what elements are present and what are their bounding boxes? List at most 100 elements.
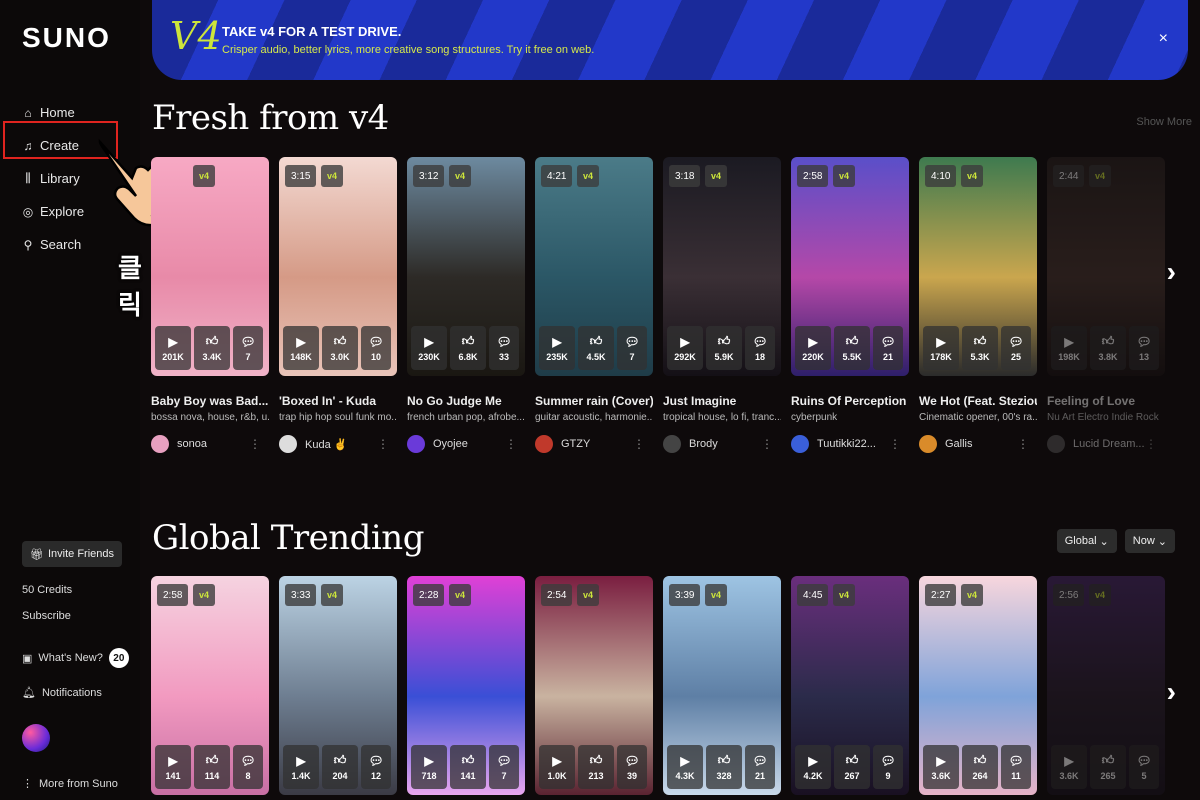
- sidebar-item-search[interactable]: ⚲ Search: [22, 228, 84, 261]
- artist-name[interactable]: Brody: [689, 438, 718, 450]
- play-stat[interactable]: ▶ 198K: [1051, 326, 1087, 370]
- comment-stat[interactable]: 💬︎ 7: [617, 326, 647, 370]
- subscribe-link[interactable]: Subscribe: [22, 610, 71, 622]
- comment-stat[interactable]: 💬︎ 18: [745, 326, 775, 370]
- avatar[interactable]: [535, 435, 553, 453]
- song-cover-image[interactable]: 2:56 v4 ▶ 3.6K 👍︎ 265 💬︎ 5: [1047, 576, 1165, 795]
- song-card[interactable]: 3:33 v4 ▶ 1.4K 👍︎ 204 💬︎ 12: [279, 576, 397, 795]
- suno-logo[interactable]: SUNO: [22, 22, 111, 54]
- comment-stat[interactable]: 💬︎ 10: [361, 326, 391, 370]
- comment-stat[interactable]: 💬︎ 33: [489, 326, 519, 370]
- song-tags[interactable]: trap hip hop soul funk mo...: [279, 412, 397, 423]
- avatar[interactable]: [151, 435, 169, 453]
- kebab-menu-icon[interactable]: ⋮: [889, 437, 901, 451]
- artist-row[interactable]: Kuda ✌ ⋮: [279, 435, 397, 453]
- play-stat[interactable]: ▶ 201K: [155, 326, 191, 370]
- artist-name[interactable]: Oyojee: [433, 438, 468, 450]
- song-title[interactable]: Baby Boy was Bad...: [151, 394, 269, 408]
- song-title[interactable]: No Go Judge Me: [407, 394, 525, 408]
- play-stat[interactable]: ▶ 148K: [283, 326, 319, 370]
- whats-new-link[interactable]: ▣ What's New? 20: [22, 648, 129, 668]
- song-card[interactable]: 3:39 v4 ▶ 4.3K 👍︎ 328 💬︎ 21: [663, 576, 781, 795]
- avatar[interactable]: [279, 435, 297, 453]
- song-cover-image[interactable]: 2:54 v4 ▶ 1.0K 👍︎ 213 💬︎ 39: [535, 576, 653, 795]
- comment-stat[interactable]: 💬︎ 12: [361, 745, 391, 789]
- avatar[interactable]: [407, 435, 425, 453]
- more-from-suno-link[interactable]: ⋮ More from Suno: [22, 777, 118, 791]
- comment-stat[interactable]: 💬︎ 39: [617, 745, 647, 789]
- comment-stat[interactable]: 💬︎ 11: [1001, 745, 1031, 789]
- promo-banner[interactable]: V4 TAKE v4 FOR A TEST DRIVE. Crisper aud…: [152, 0, 1188, 80]
- kebab-menu-icon[interactable]: ⋮: [761, 437, 773, 451]
- song-card[interactable]: 3:15 v4 ▶ 148K 👍︎ 3.0K 💬︎ 10 'Boxed In' - Kuda tr…: [279, 157, 397, 453]
- song-card[interactable]: 2:56 v4 ▶ 3.6K 👍︎ 265 💬︎ 5: [1047, 576, 1165, 795]
- comment-stat[interactable]: 💬︎ 8: [233, 745, 263, 789]
- song-card[interactable]: 3:12 v4 ▶ 230K 👍︎ 6.8K 💬︎ 33 No Go Judge Me frenc…: [407, 157, 525, 453]
- song-title[interactable]: Ruins Of Perception: [791, 394, 909, 408]
- artist-name[interactable]: Gallis: [945, 438, 973, 450]
- comment-stat[interactable]: 💬︎ 9: [873, 745, 903, 789]
- song-title[interactable]: Just Imagine: [663, 394, 781, 408]
- song-cover-image[interactable]: 2:27 v4 ▶ 3.6K 👍︎ 264 💬︎ 11: [919, 576, 1037, 795]
- song-tags[interactable]: guitar acoustic, harmonie...: [535, 412, 653, 423]
- thumbs-up-stat[interactable]: 👍︎ 3.4K: [194, 326, 230, 370]
- comment-stat[interactable]: 💬︎ 7: [233, 326, 263, 370]
- play-stat[interactable]: ▶ 4.3K: [667, 745, 703, 789]
- song-card[interactable]: v4 ▶ 201K 👍︎ 3.4K 💬︎ 7 Baby Boy was Bad... bossa…: [151, 157, 269, 453]
- kebab-menu-icon[interactable]: ⋮: [505, 437, 517, 451]
- play-stat[interactable]: ▶ 220K: [795, 326, 831, 370]
- comment-stat[interactable]: 💬︎ 21: [745, 745, 775, 789]
- chevron-right-icon[interactable]: ›: [1167, 676, 1176, 708]
- play-stat[interactable]: ▶ 141: [155, 745, 191, 789]
- song-card[interactable]: 4:10 v4 ▶ 178K 👍︎ 5.3K 💬︎ 25 We Hot (Feat. Stezi…: [919, 157, 1037, 453]
- time-dropdown[interactable]: Now ⌄: [1124, 529, 1175, 553]
- artist-row[interactable]: Brody ⋮: [663, 435, 781, 453]
- song-title[interactable]: Summer rain (Cover)...: [535, 394, 653, 408]
- song-cover-image[interactable]: 3:18 v4 ▶ 292K 👍︎ 5.9K 💬︎ 18: [663, 157, 781, 376]
- thumbs-up-stat[interactable]: 👍︎ 328: [706, 745, 742, 789]
- song-card[interactable]: 2:54 v4 ▶ 1.0K 👍︎ 213 💬︎ 39: [535, 576, 653, 795]
- song-title[interactable]: Feeling of Love: [1047, 394, 1165, 408]
- thumbs-up-stat[interactable]: 👍︎ 4.5K: [578, 326, 614, 370]
- song-tags[interactable]: cyberpunk: [791, 412, 909, 423]
- play-stat[interactable]: ▶ 230K: [411, 326, 447, 370]
- sidebar-item-library[interactable]: ⫼ Library: [22, 162, 84, 195]
- thumbs-up-stat[interactable]: 👍︎ 265: [1090, 745, 1126, 789]
- comment-stat[interactable]: 💬︎ 25: [1001, 326, 1031, 370]
- song-cover-image[interactable]: 3:33 v4 ▶ 1.4K 👍︎ 204 💬︎ 12: [279, 576, 397, 795]
- close-icon[interactable]: ×: [1159, 30, 1168, 48]
- artist-row[interactable]: GTZY ⋮: [535, 435, 653, 453]
- song-cover-image[interactable]: 4:21 v4 ▶ 235K 👍︎ 4.5K 💬︎ 7: [535, 157, 653, 376]
- artist-name[interactable]: Lucid Dream...: [1073, 438, 1145, 450]
- artist-name[interactable]: GTZY: [561, 438, 590, 450]
- avatar[interactable]: [1047, 435, 1065, 453]
- kebab-menu-icon[interactable]: ⋮: [1017, 437, 1029, 451]
- song-tags[interactable]: Nu Art Electro Indie Rock: [1047, 412, 1165, 423]
- song-cover-image[interactable]: v4 ▶ 201K 👍︎ 3.4K 💬︎ 7: [151, 157, 269, 376]
- thumbs-up-stat[interactable]: 👍︎ 267: [834, 745, 870, 789]
- invite-friends-button[interactable]: 🎁︎ Invite Friends: [22, 541, 122, 567]
- region-dropdown[interactable]: Global ⌄: [1056, 529, 1117, 553]
- song-card[interactable]: 2:28 v4 ▶ 718 👍︎ 141 💬︎ 7: [407, 576, 525, 795]
- song-cover-image[interactable]: 4:45 v4 ▶ 4.2K 👍︎ 267 💬︎ 9: [791, 576, 909, 795]
- song-cover-image[interactable]: 2:44 v4 ▶ 198K 👍︎ 3.8K 💬︎ 13: [1047, 157, 1165, 376]
- song-card[interactable]: 2:44 v4 ▶ 198K 👍︎ 3.8K 💬︎ 13 Feeling of Love Nu A…: [1047, 157, 1165, 453]
- show-more-link[interactable]: Show More: [1136, 116, 1192, 128]
- kebab-menu-icon[interactable]: ⋮: [377, 437, 389, 451]
- comment-stat[interactable]: 💬︎ 7: [489, 745, 519, 789]
- sidebar-item-explore[interactable]: ◎ Explore: [22, 195, 84, 228]
- thumbs-up-stat[interactable]: 👍︎ 204: [322, 745, 358, 789]
- artist-row[interactable]: Tuutikki22... ⋮: [791, 435, 909, 453]
- play-stat[interactable]: ▶ 3.6K: [1051, 745, 1087, 789]
- song-tags[interactable]: french urban pop, afrobe...: [407, 412, 525, 423]
- song-card[interactable]: 2:58 v4 ▶ 220K 👍︎ 5.5K 💬︎ 21 Ruins Of Perception…: [791, 157, 909, 453]
- play-stat[interactable]: ▶ 235K: [539, 326, 575, 370]
- play-stat[interactable]: ▶ 292K: [667, 326, 703, 370]
- song-card[interactable]: 4:21 v4 ▶ 235K 👍︎ 4.5K 💬︎ 7 Summer rain (Cover).…: [535, 157, 653, 453]
- song-card[interactable]: 2:27 v4 ▶ 3.6K 👍︎ 264 💬︎ 11: [919, 576, 1037, 795]
- artist-row[interactable]: Gallis ⋮: [919, 435, 1037, 453]
- song-cover-image[interactable]: 2:58 v4 ▶ 220K 👍︎ 5.5K 💬︎ 21: [791, 157, 909, 376]
- chevron-right-icon[interactable]: ›: [1167, 256, 1176, 288]
- song-cover-image[interactable]: 3:39 v4 ▶ 4.3K 👍︎ 328 💬︎ 21: [663, 576, 781, 795]
- song-tags[interactable]: Cinematic opener, 00's ra...: [919, 412, 1037, 423]
